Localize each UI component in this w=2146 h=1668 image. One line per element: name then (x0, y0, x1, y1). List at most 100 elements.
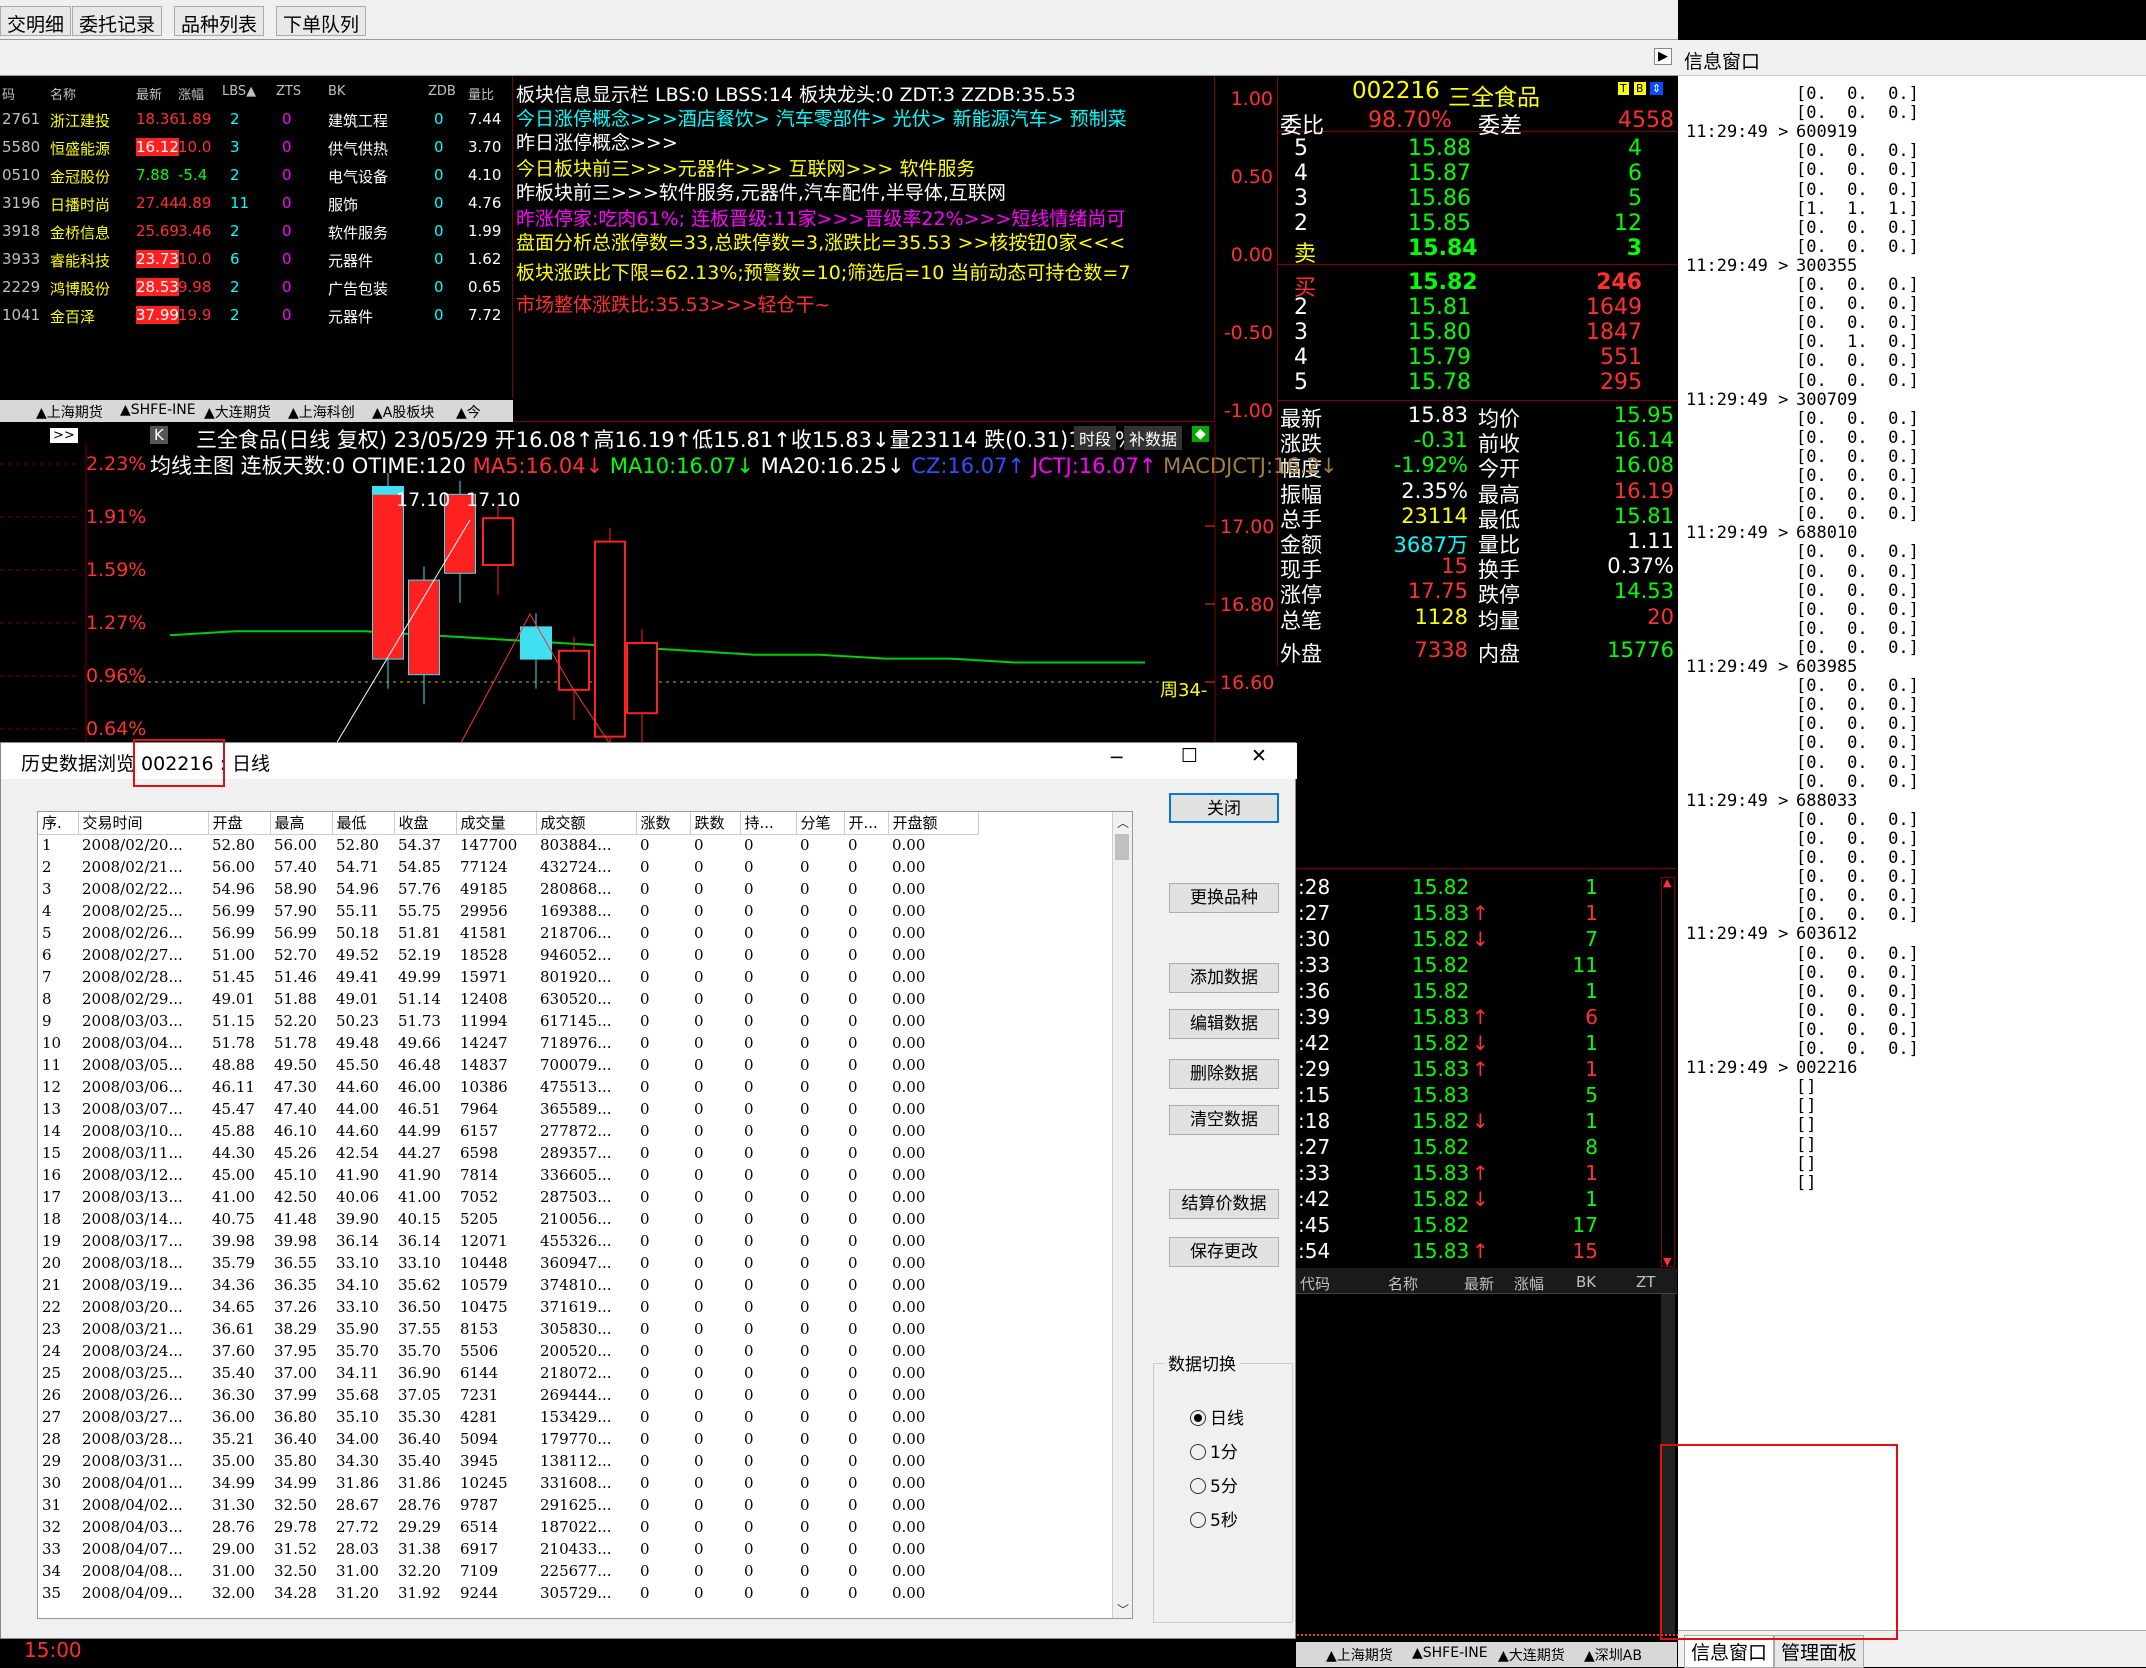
market-tab[interactable]: ▲大连期货 (204, 402, 271, 422)
table-column-header[interactable]: 序. (38, 812, 79, 835)
market-tab[interactable]: ▲今 (456, 402, 481, 422)
table-row[interactable]: 18 2008/03/14... 40.75 41.48 39.90 40.15 5205 2… (38, 1208, 978, 1230)
mini-col-header[interactable]: 最新 (1464, 1273, 1494, 1294)
col-code[interactable]: 码 (2, 84, 15, 103)
mini-col-header[interactable]: 名称 (1388, 1273, 1418, 1294)
change-product-button[interactable]: 更换品种 (1169, 883, 1279, 913)
col-bk[interactable]: BK (328, 84, 345, 99)
table-column-header[interactable]: 收盘 (394, 812, 457, 835)
stock-row[interactable]: 5580 恒盛能源 16.12 10.0 3 0 供气供热 0 3.70 (0, 138, 513, 164)
table-row[interactable]: 23 2008/03/21... 36.61 38.29 35.90 37.55 8153 3… (38, 1318, 978, 1340)
table-row[interactable]: 34 2008/04/08... 31.00 32.50 31.00 32.20 7109 2… (38, 1560, 978, 1582)
table-row[interactable]: 25 2008/03/25... 35.40 37.00 34.11 36.90 6144 2… (38, 1362, 978, 1384)
add-data-button[interactable]: 添加数据 (1169, 963, 1279, 993)
data-switch-option[interactable]: 5分 (1190, 1472, 1238, 1497)
market-tab[interactable]: ▲上海期货 (36, 402, 103, 422)
table-row[interactable]: 9 2008/03/03... 51.15 52.20 50.23 51.73 11994 6… (38, 1010, 978, 1032)
candle[interactable] (482, 517, 514, 566)
bid-row[interactable]: 5 15.78 295 (1278, 370, 1678, 396)
mini-col-header[interactable]: BK (1576, 1273, 1596, 1291)
history-table[interactable]: 序. 交易时间 开盘 最高 最低 收盘 成交量 成交额 涨数 跌数 持... 分笔 开... 开盘额 1 20… (37, 811, 1133, 1619)
table-row[interactable]: 28 2008/03/28... 35.21 36.40 34.00 36.40 5094 1… (38, 1428, 978, 1450)
mini-market-tab[interactable]: ▲SHFE-INE (1412, 1645, 1488, 1661)
table-row[interactable]: 12 2008/03/06... 46.11 47.30 44.60 46.00 10386… (38, 1076, 978, 1098)
tab-order-records[interactable]: 委托记录 (72, 6, 163, 36)
stock-row[interactable]: 2761 浙江建投 18.36 1.89 2 0 建筑工程 0 7.44 (0, 110, 513, 136)
col-zts[interactable]: ZTS (276, 84, 301, 99)
table-row[interactable]: 4 2008/02/25... 56.99 57.90 55.11 55.75 29956 1… (38, 900, 978, 922)
settlement-data-button[interactable]: 结算价数据 (1169, 1189, 1279, 1219)
ask-row[interactable]: 4 15.87 6 (1278, 161, 1678, 187)
table-row[interactable]: 15 2008/03/11... 44.30 45.26 42.54 44.27 6598 2… (38, 1142, 978, 1164)
table-row[interactable]: 21 2008/03/19... 34.36 36.35 34.10 35.62 10579… (38, 1274, 978, 1296)
table-row[interactable]: 7 2008/02/28... 51.45 51.46 49.41 49.99 15971 8… (38, 966, 978, 988)
table-row[interactable]: 24 2008/03/24... 37.60 37.95 35.70 35.70 5506 2… (38, 1340, 978, 1362)
table-row[interactable]: 19 2008/03/17... 39.98 39.98 36.14 36.14 12071… (38, 1230, 978, 1252)
table-row[interactable]: 14 2008/03/10... 45.88 46.10 44.60 44.99 6157 2… (38, 1120, 978, 1142)
table-row[interactable]: 8 2008/02/29... 49.01 51.88 49.01 51.14 12408 6… (38, 988, 978, 1010)
table-row[interactable]: 32 2008/04/03... 28.76 29.78 27.72 29.29 6514 1… (38, 1516, 978, 1538)
table-row[interactable]: 22 2008/03/20... 34.65 37.26 33.10 36.50 10475… (38, 1296, 978, 1318)
market-tab[interactable]: ▲SHFE-INE (120, 402, 196, 418)
table-column-header[interactable]: 分笔 (796, 812, 845, 835)
ask-row[interactable]: 卖 15.84 3 (1278, 236, 1678, 267)
ask-row[interactable]: 2 15.85 12 (1278, 211, 1678, 237)
stock-row[interactable]: 1041 金百泽 37.99 19.9 2 0 元器件 0 7.72 (0, 306, 513, 332)
candle[interactable] (594, 540, 626, 738)
sort-icon[interactable]: ⇕ (1650, 82, 1664, 95)
table-column-header[interactable]: 交易时间 (78, 812, 209, 835)
table-row[interactable]: 16 2008/03/12... 45.00 45.10 41.90 41.90 7814 3… (38, 1164, 978, 1186)
clear-data-button[interactable]: 清空数据 (1169, 1105, 1279, 1135)
table-row[interactable]: 2 2008/02/21... 56.00 57.40 54.71 54.85 77124 4… (38, 856, 978, 878)
table-row[interactable]: 10 2008/03/04... 51.78 51.78 49.48 49.66 14247… (38, 1032, 978, 1054)
table-row[interactable]: 13 2008/03/07... 45.47 47.40 44.00 46.51 7964 3… (38, 1098, 978, 1120)
table-scrollbar[interactable]: ︿ ﹀ (1112, 812, 1132, 1618)
col-volume-ratio[interactable]: 量比 (468, 84, 494, 103)
table-column-header[interactable]: 最高 (270, 812, 333, 835)
table-row[interactable]: 1 2008/02/20... 52.80 56.00 52.80 54.37 147700… (38, 834, 978, 856)
bid-row[interactable]: 4 15.79 551 (1278, 345, 1678, 371)
col-zdb[interactable]: ZDB (428, 84, 456, 99)
table-column-header[interactable]: 开盘 (208, 812, 271, 835)
table-row[interactable]: 5 2008/02/26... 56.99 56.99 50.18 51.81 41581 2… (38, 922, 978, 944)
minimize-icon[interactable]: ─ (1111, 747, 1122, 769)
t-icon[interactable]: T (1618, 82, 1629, 95)
table-row[interactable]: 20 2008/03/18... 35.79 36.55 33.10 33.10 10448… (38, 1252, 978, 1274)
ask-row[interactable]: 3 15.86 5 (1278, 186, 1678, 212)
mini-col-header[interactable]: 涨幅 (1514, 1273, 1544, 1294)
data-switch-option[interactable]: 1分 (1190, 1438, 1238, 1463)
bid-row[interactable]: 2 15.81 1649 (1278, 295, 1678, 321)
tick-scrollbar[interactable]: ▲ ▼ (1661, 876, 1675, 1268)
radio-icon[interactable] (1190, 1444, 1206, 1460)
table-column-header[interactable]: 跌数 (690, 812, 741, 835)
table-row[interactable]: 26 2008/03/26... 36.30 37.99 35.68 37.05 7231 2… (38, 1384, 978, 1406)
table-row[interactable]: 6 2008/02/27... 51.00 52.70 49.52 52.19 18528 9… (38, 944, 978, 966)
radio-icon[interactable] (1190, 1478, 1206, 1494)
radio-icon[interactable] (1190, 1512, 1206, 1528)
ask-row[interactable]: 5 15.88 4 (1278, 136, 1678, 162)
table-row[interactable]: 3 2008/02/22... 54.96 58.90 54.96 57.76 49185 2… (38, 878, 978, 900)
tab-order-queue[interactable]: 下单队列 (276, 6, 367, 36)
col-change[interactable]: 涨幅 (178, 84, 204, 103)
table-column-header[interactable]: 成交量 (456, 812, 537, 835)
maximize-icon[interactable]: ☐ (1181, 745, 1198, 767)
table-column-header[interactable]: 开盘额 (888, 812, 979, 835)
scroll-right-icon[interactable]: ▶ (1654, 48, 1672, 65)
data-switch-option[interactable]: 5秒 (1190, 1506, 1238, 1531)
tab-product-list[interactable]: 品种列表 (174, 6, 265, 36)
mini-col-header[interactable]: ZT (1636, 1273, 1655, 1291)
stock-row[interactable]: 3933 睿能科技 23.73 10.0 6 0 元器件 0 1.62 (0, 250, 513, 276)
bid-row[interactable]: 3 15.80 1847 (1278, 320, 1678, 346)
stock-row[interactable]: 0510 金冠股份 7.88 -5.4 2 0 电气设备 0 4.10 (0, 166, 513, 192)
table-row[interactable]: 11 2008/03/05... 48.88 49.50 45.50 46.48 14837… (38, 1054, 978, 1076)
table-row[interactable]: 33 2008/04/07... 29.00 31.52 28.03 31.38 6917 2… (38, 1538, 978, 1560)
mini-market-tab[interactable]: ▲深圳AB (1584, 1645, 1642, 1665)
table-column-header[interactable]: 最低 (332, 812, 395, 835)
radio-icon[interactable] (1190, 1410, 1206, 1426)
data-switch-option[interactable]: 日线 (1190, 1404, 1244, 1429)
close-button[interactable]: 关闭 (1169, 793, 1279, 823)
b-icon[interactable]: B (1634, 82, 1646, 95)
table-column-header[interactable]: 持... (740, 812, 797, 835)
tab-trade-detail[interactable]: 交明细 (0, 6, 72, 36)
col-name[interactable]: 名称 (50, 84, 76, 103)
